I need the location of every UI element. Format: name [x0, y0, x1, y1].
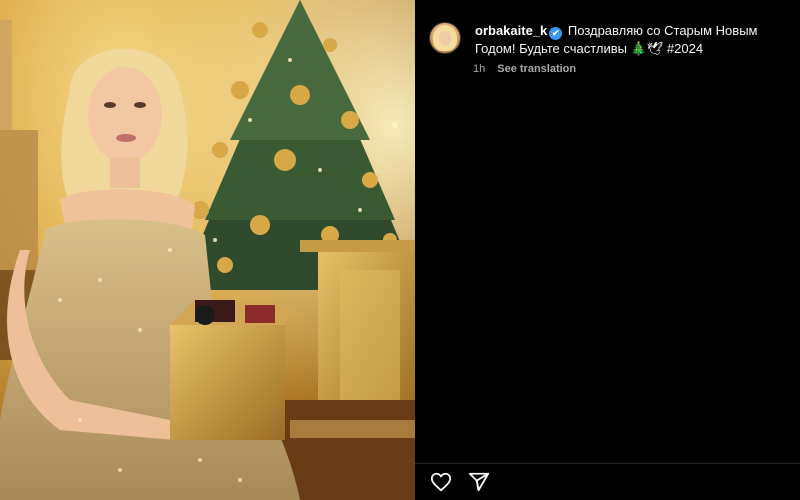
action-bar	[415, 463, 800, 500]
photo-illustration	[0, 0, 415, 500]
verified-badge-icon: ✔	[549, 27, 563, 40]
caption-row: orbakaite_k ✔ Поздравляю со Старым Новым …	[429, 22, 794, 58]
post-details-panel: orbakaite_k ✔ Поздравляю со Старым Новым …	[415, 0, 800, 500]
caption-meta: 1h See translation	[473, 63, 576, 75]
instagram-post-view: orbakaite_k ✔ Поздравляю со Старым Новым …	[0, 0, 800, 500]
caption: orbakaite_k ✔ Поздравляю со Старым Новым …	[475, 22, 794, 58]
username-link[interactable]: orbakaite_k	[475, 23, 547, 38]
avatar[interactable]	[429, 22, 461, 54]
post-photo[interactable]	[0, 0, 415, 500]
heart-icon[interactable]	[429, 470, 453, 494]
share-icon[interactable]	[467, 470, 491, 494]
see-translation-button[interactable]: See translation	[497, 63, 576, 75]
post-time: 1h	[473, 63, 486, 75]
